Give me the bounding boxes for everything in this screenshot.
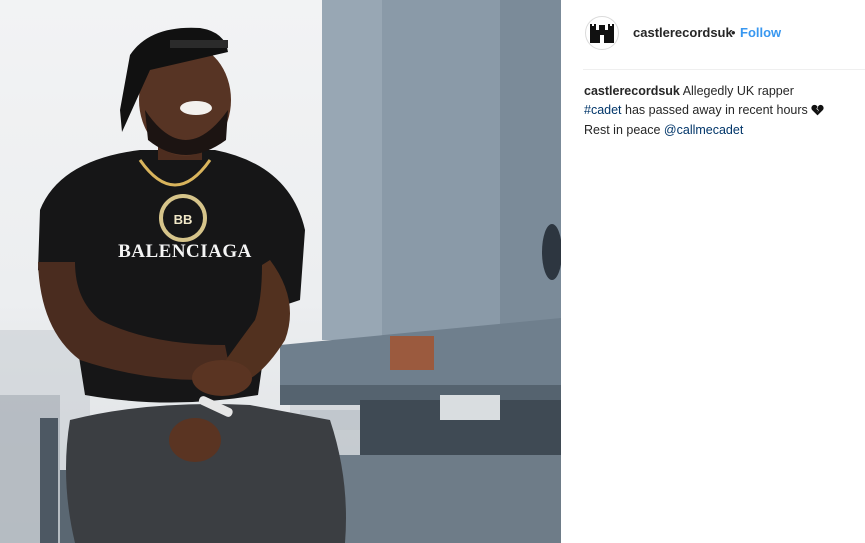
header-divider xyxy=(583,69,865,70)
photo-illustration: BB BALENCIAGA xyxy=(0,0,561,543)
post-header: castlerecordsuk • Follow xyxy=(561,0,865,68)
hashtag-link[interactable]: #cadet xyxy=(584,103,622,117)
post-image[interactable]: BB BALENCIAGA xyxy=(0,0,561,543)
castle-logo-icon xyxy=(590,24,614,43)
broken-heart-icon xyxy=(811,103,824,122)
header-username[interactable]: castlerecordsuk xyxy=(633,25,733,40)
follow-button[interactable]: Follow xyxy=(740,25,781,40)
avatar[interactable] xyxy=(585,16,619,50)
caption-username[interactable]: castlerecordsuk xyxy=(584,84,680,98)
caption-text-2: has passed away in recent hours xyxy=(625,102,808,117)
chain-pendant-text: BB xyxy=(174,212,193,227)
header-separator: • xyxy=(731,25,736,40)
caption-text-3: Rest in peace xyxy=(584,123,661,137)
caption-text-1: Allegedly UK rapper xyxy=(682,84,794,98)
shirt-logo-text: BALENCIAGA xyxy=(118,241,252,262)
post-caption: castlerecordsuk Allegedly UK rapper #cad… xyxy=(584,82,852,140)
post-sidebar: castlerecordsuk • Follow castlerecordsuk… xyxy=(561,0,865,543)
mention-link[interactable]: @callmecadet xyxy=(664,123,743,137)
